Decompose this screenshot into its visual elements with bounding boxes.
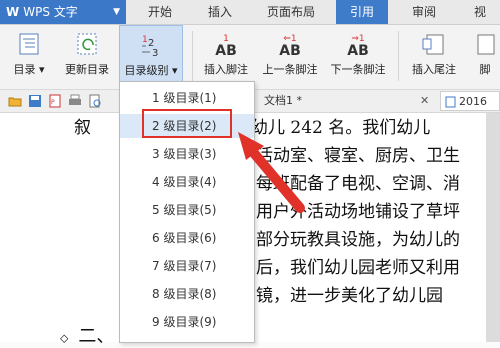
highlight-box <box>142 109 232 138</box>
prev-footnote-icon: ⇐1 AB <box>279 34 301 59</box>
insert-endnote-label: 插入尾注 <box>412 63 456 76</box>
prev-footnote-button[interactable]: ⇐1 AB 上一条脚注 <box>258 25 322 87</box>
tab-start[interactable]: 开始 <box>134 0 186 24</box>
update-toc-label: 更新目录 <box>65 63 109 76</box>
print-preview-icon[interactable] <box>88 94 102 108</box>
toc-icon <box>19 33 39 55</box>
tab-review[interactable]: 审阅 <box>398 0 450 24</box>
print-icon[interactable] <box>68 94 82 108</box>
tab-references[interactable]: 引用 <box>336 0 388 24</box>
document-heading: ⬦ 二、 <box>60 322 114 348</box>
prev-footnote-label: 上一条脚注 <box>262 63 318 76</box>
next-footnote-label: 下一条脚注 <box>330 63 386 76</box>
tab-page-layout[interactable]: 页面布局 <box>256 0 326 24</box>
footnote-settings-button[interactable]: 脚 <box>470 25 500 87</box>
scrollbar[interactable] <box>486 113 500 342</box>
tab-view[interactable]: 视 <box>460 0 500 24</box>
document-tab[interactable]: 文档1 * <box>258 91 302 111</box>
footnote-settings-icon <box>477 34 495 55</box>
heading-text: 二、 <box>78 326 115 347</box>
svg-text:1: 1 <box>142 35 148 45</box>
insert-endnote-button[interactable]: 插入尾注 <box>404 25 464 87</box>
app-name: WPS 文字 <box>23 5 78 19</box>
toc-button[interactable]: 目录 ▾ <box>6 25 52 87</box>
document-line: 镜，进一步美化了幼儿园 <box>256 286 443 306</box>
toc-level-button[interactable]: 1 2 3 目录级别 ▾ <box>119 25 183 87</box>
document-icon <box>445 96 456 108</box>
menu-item-level-7[interactable]: 7 级目录(7) <box>120 254 254 278</box>
footnote-settings-label: 脚 <box>479 63 491 76</box>
title-tab-bar: W WPS 文字 ▼ 开始 插入 页面布局 引用 审阅 视 <box>0 0 500 25</box>
ribbon-separator <box>192 31 193 81</box>
update-toc-button[interactable]: 更新目录 <box>58 25 116 87</box>
svg-text:P: P <box>51 99 55 106</box>
document-tab-2[interactable]: 2016 <box>440 91 500 111</box>
next-footnote-button[interactable]: ⇒1 AB 下一条脚注 <box>326 25 390 87</box>
paragraph-marker-icon: ⬦ <box>60 331 69 345</box>
insert-footnote-label: 插入脚注 <box>204 63 248 76</box>
document-line: 叙 <box>74 118 91 138</box>
document-tab-2-title: 2016 <box>459 95 487 108</box>
menu-item-level-9[interactable]: 9 级目录(9) <box>120 310 254 334</box>
tab-insert[interactable]: 插入 <box>194 0 246 24</box>
chevron-down-icon: ▼ <box>113 7 120 17</box>
close-tab-icon[interactable]: ✕ <box>420 94 429 107</box>
insert-endnote-icon <box>422 34 444 55</box>
document-line: 每班配备了电视、空调、消 <box>256 174 460 194</box>
document-line: 后，我们幼儿园老师又利用 <box>256 258 460 278</box>
insert-footnote-button[interactable]: 1 AB 插入脚注 <box>198 25 254 87</box>
toc-level-label: 目录级别 ▾ <box>124 64 178 77</box>
export-pdf-icon[interactable]: P <box>48 94 62 108</box>
next-footnote-icon: ⇒1 AB <box>347 34 369 59</box>
save-icon[interactable] <box>28 94 42 108</box>
menu-item-level-8[interactable]: 8 级目录(8) <box>120 282 254 306</box>
svg-text:3: 3 <box>152 48 158 58</box>
toc-label: 目录 ▾ <box>13 63 45 76</box>
wps-logo-icon: W <box>6 5 20 19</box>
update-toc-icon <box>77 33 97 55</box>
menu-item-level-4[interactable]: 4 级目录(4) <box>120 170 254 194</box>
app-menu-button[interactable]: W WPS 文字 ▼ <box>0 0 126 24</box>
menu-item-level-3[interactable]: 3 级目录(3) <box>120 142 254 166</box>
document-line: 。幼儿 242 名。我们幼儿 <box>234 118 431 138</box>
ribbon-separator <box>398 31 399 81</box>
document-line: 活动室、寝室、厨房、卫生 <box>256 146 460 166</box>
menu-item-level-6[interactable]: 6 级目录(6) <box>120 226 254 250</box>
document-tab-title: 文档1 * <box>264 94 302 107</box>
open-folder-icon[interactable] <box>8 94 22 108</box>
document-line: 部分玩教具设施，为幼儿的 <box>256 230 460 250</box>
insert-footnote-icon: 1 AB <box>215 34 237 59</box>
menu-item-level-1[interactable]: 1 级目录(1) <box>120 86 254 110</box>
document-line: 用户外活动场地铺设了草坪 <box>256 202 460 222</box>
toc-level-icon: 1 2 3 <box>142 35 158 58</box>
menu-item-level-5[interactable]: 5 级目录(5) <box>120 198 254 222</box>
